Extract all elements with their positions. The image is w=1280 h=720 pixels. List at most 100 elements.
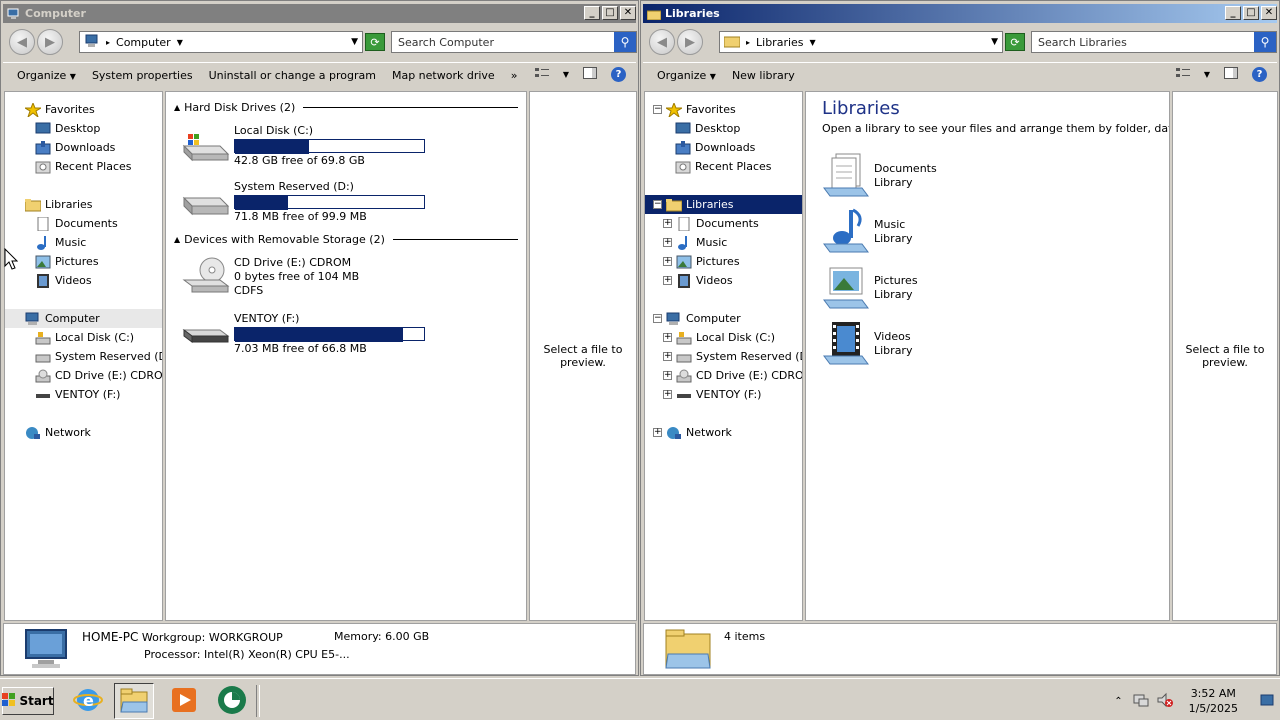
drive-tile-local-disk-c[interactable]: Local Disk (C:) 42.8 GB free of 69.8 GB bbox=[182, 124, 425, 168]
address-dropdown-icon[interactable]: ▼ bbox=[351, 37, 358, 47]
nav-local-disk-c[interactable]: Local Disk (C:) bbox=[5, 328, 162, 347]
forward-button[interactable]: ▶ bbox=[37, 29, 63, 55]
nav-local-disk-c[interactable]: + Local Disk (C:) bbox=[645, 328, 802, 347]
library-item-pictures[interactable]: Pictures Library bbox=[822, 264, 918, 312]
group-header-hard-disk-drives[interactable]: ▲ Hard Disk Drives (2) bbox=[174, 100, 518, 114]
title-bar[interactable]: Libraries _ □ ✕ bbox=[643, 4, 1277, 23]
minimize-button[interactable]: _ bbox=[1225, 6, 1241, 20]
expand-icon[interactable]: + bbox=[663, 238, 672, 247]
nav-recent-places[interactable]: Recent Places bbox=[645, 157, 802, 176]
chevron-down-icon[interactable]: ▼ bbox=[177, 38, 183, 47]
organize-menu[interactable]: Organize ▼ bbox=[643, 69, 724, 82]
show-hidden-icons-icon[interactable]: ⌃ bbox=[1114, 696, 1122, 707]
nav-desktop[interactable]: Desktop bbox=[5, 119, 162, 138]
start-button[interactable]: Start bbox=[2, 687, 54, 715]
help-icon[interactable]: ? bbox=[1252, 67, 1267, 82]
preview-pane-icon[interactable] bbox=[583, 67, 597, 82]
maximize-button[interactable]: □ bbox=[1243, 6, 1259, 20]
nav-documents[interactable]: Documents bbox=[5, 214, 162, 233]
search-button[interactable]: ⚲ bbox=[1254, 32, 1276, 52]
volume-muted-icon[interactable] bbox=[1157, 692, 1173, 711]
nav-libraries[interactable]: Libraries bbox=[5, 195, 162, 214]
forward-button[interactable]: ▶ bbox=[677, 29, 703, 55]
chevron-down-icon[interactable]: ▼ bbox=[1204, 70, 1210, 79]
map-network-drive-button[interactable]: Map network drive bbox=[384, 69, 503, 82]
nav-recent-places[interactable]: Recent Places bbox=[5, 157, 162, 176]
uninstall-program-button[interactable]: Uninstall or change a program bbox=[201, 69, 384, 82]
help-icon[interactable]: ? bbox=[611, 67, 626, 82]
view-options-icon[interactable] bbox=[1175, 67, 1190, 82]
nav-videos[interactable]: Videos bbox=[5, 271, 162, 290]
nav-downloads[interactable]: Downloads bbox=[645, 138, 802, 157]
new-library-button[interactable]: New library bbox=[724, 69, 803, 82]
taskbar-internet-explorer[interactable]: e bbox=[68, 683, 108, 719]
address-bar[interactable]: ▸ Computer ▼ ▼ bbox=[79, 31, 363, 53]
nav-cd-drive-e[interactable]: + CD Drive (E:) CDROM bbox=[645, 366, 802, 385]
expand-icon[interactable]: + bbox=[663, 257, 672, 266]
nav-music[interactable]: + Music bbox=[645, 233, 802, 252]
expand-icon[interactable]: + bbox=[663, 371, 672, 380]
nav-desktop[interactable]: Desktop bbox=[645, 119, 802, 138]
system-properties-button[interactable]: System properties bbox=[84, 69, 201, 82]
refresh-button[interactable]: ⟳ bbox=[365, 33, 385, 51]
collapse-icon[interactable]: − bbox=[653, 105, 662, 114]
nav-system-reserved-d[interactable]: +System Reserved (D:) bbox=[645, 347, 802, 366]
view-options-icon[interactable] bbox=[534, 67, 549, 82]
network-status-icon[interactable] bbox=[1133, 692, 1149, 711]
expand-icon[interactable]: + bbox=[663, 352, 672, 361]
minimize-button[interactable]: _ bbox=[584, 6, 600, 20]
address-segment[interactable]: Computer bbox=[116, 36, 171, 49]
expand-icon[interactable]: + bbox=[663, 390, 672, 399]
expand-icon[interactable]: + bbox=[653, 428, 662, 437]
search-button[interactable]: ⚲ bbox=[614, 32, 636, 52]
expand-icon[interactable]: + bbox=[663, 333, 672, 342]
nav-cd-drive-e[interactable]: CD Drive (E:) CDROM bbox=[5, 366, 162, 385]
nav-pictures[interactable]: Pictures bbox=[5, 252, 162, 271]
nav-system-reserved-d[interactable]: System Reserved (D:) bbox=[5, 347, 162, 366]
collapse-icon[interactable]: − bbox=[653, 200, 662, 209]
nav-downloads[interactable]: Downloads bbox=[5, 138, 162, 157]
expand-icon[interactable]: + bbox=[663, 276, 672, 285]
chevron-right-icon[interactable]: ▸ bbox=[746, 38, 750, 47]
organize-menu[interactable]: Organize ▼ bbox=[3, 69, 84, 82]
chevron-down-icon[interactable]: ▼ bbox=[563, 70, 569, 79]
close-button[interactable]: ✕ bbox=[620, 6, 636, 20]
clock[interactable]: 3:52 AM 1/5/2025 bbox=[1189, 686, 1238, 716]
nav-network[interactable]: + Network bbox=[645, 423, 802, 442]
maximize-button[interactable]: □ bbox=[602, 6, 618, 20]
nav-computer[interactable]: Computer bbox=[5, 309, 162, 328]
chevron-right-icon[interactable]: ▸ bbox=[106, 38, 110, 47]
address-segment[interactable]: Libraries bbox=[756, 36, 804, 49]
back-button[interactable]: ◀ bbox=[9, 29, 35, 55]
close-button[interactable]: ✕ bbox=[1261, 6, 1277, 20]
nav-ventoy-f[interactable]: VENTOY (F:) bbox=[5, 385, 162, 404]
chevron-down-icon[interactable]: ▼ bbox=[810, 38, 816, 47]
nav-ventoy-f[interactable]: + VENTOY (F:) bbox=[645, 385, 802, 404]
back-button[interactable]: ◀ bbox=[649, 29, 675, 55]
address-dropdown-icon[interactable]: ▼ bbox=[991, 37, 998, 47]
taskbar-windows-explorer[interactable] bbox=[114, 683, 154, 719]
show-desktop-icon[interactable] bbox=[1260, 693, 1274, 710]
nav-favorites[interactable]: Favorites bbox=[5, 100, 162, 119]
taskbar-app[interactable] bbox=[212, 683, 252, 719]
collapse-icon[interactable]: − bbox=[653, 314, 662, 323]
preview-pane-icon[interactable] bbox=[1224, 67, 1238, 82]
group-header-removable-storage[interactable]: ▲ Devices with Removable Storage (2) bbox=[174, 232, 518, 246]
nav-pictures[interactable]: + Pictures bbox=[645, 252, 802, 271]
refresh-button[interactable]: ⟳ bbox=[1005, 33, 1025, 51]
search-input[interactable]: Search Libraries ⚲ bbox=[1031, 31, 1277, 53]
more-commands-button[interactable]: » bbox=[503, 69, 526, 82]
nav-computer[interactable]: − Computer bbox=[645, 309, 802, 328]
nav-libraries[interactable]: − Libraries bbox=[645, 195, 802, 214]
library-item-videos[interactable]: Videos Library bbox=[822, 320, 912, 368]
library-item-music[interactable]: Music Library bbox=[822, 208, 912, 256]
nav-favorites[interactable]: − Favorites bbox=[645, 100, 802, 119]
nav-documents[interactable]: + Documents bbox=[645, 214, 802, 233]
expand-icon[interactable]: + bbox=[663, 219, 672, 228]
library-item-documents[interactable]: Documents Library bbox=[822, 152, 937, 200]
search-input[interactable]: Search Computer ⚲ bbox=[391, 31, 637, 53]
nav-videos[interactable]: + Videos bbox=[645, 271, 802, 290]
drive-tile-ventoy-f[interactable]: VENTOY (F:) 7.03 MB free of 66.8 MB bbox=[182, 312, 425, 356]
nav-network[interactable]: Network bbox=[5, 423, 162, 442]
taskbar-media-player[interactable] bbox=[164, 683, 204, 719]
